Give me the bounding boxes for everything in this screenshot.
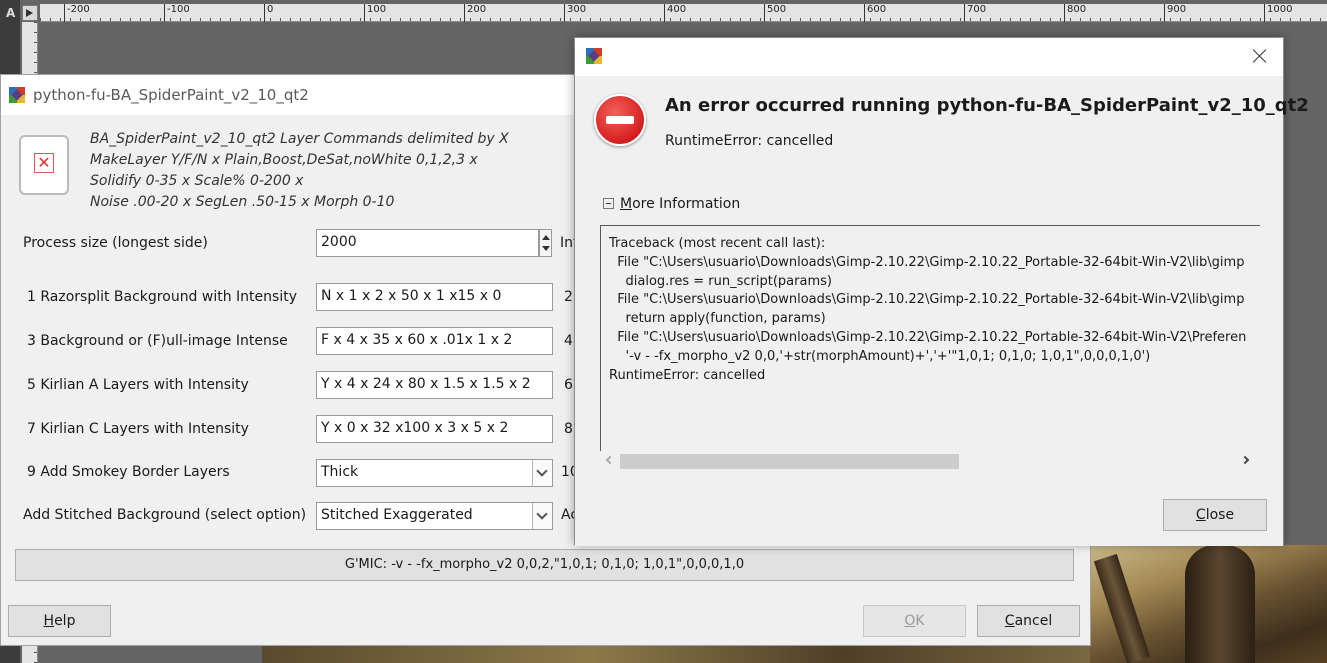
gmic-command-bar: G'MIC: -v - -fx_morpho_v2 0,0,2,"1,0,1; … <box>15 549 1074 581</box>
side-num: 4 <box>564 333 573 349</box>
ruler-tick: 100 <box>364 4 386 22</box>
chevron-down-icon <box>536 508 548 520</box>
chevron-down-icon <box>536 465 548 477</box>
error-titlebar[interactable] <box>575 38 1283 76</box>
plugin-description: BA_SpiderPaint_v2_10_qt2 Layer Commands … <box>90 129 509 213</box>
ruler-tick: 400 <box>664 4 686 22</box>
process-size-input[interactable]: 2000 <box>316 229 539 257</box>
stitched-background-select[interactable]: Stitched Exaggerated <box>316 502 553 530</box>
collapse-icon <box>603 198 614 209</box>
gimp-logo-icon <box>9 87 25 103</box>
ruler-tick: 500 <box>764 4 786 22</box>
traceback-panel[interactable]: Traceback (most recent call last): File … <box>600 225 1260 451</box>
error-stop-icon <box>594 94 646 146</box>
stitched-background-label: Add Stitched Background (select option) <box>23 507 307 523</box>
process-size-label: Process size (longest side) <box>23 235 208 251</box>
scroll-right-icon[interactable] <box>1240 455 1250 465</box>
ruler-tick: 800 <box>1064 4 1086 22</box>
ruler-tick: 300 <box>564 4 586 22</box>
horizontal-scrollbar[interactable] <box>600 451 1260 471</box>
error-message: RuntimeError: cancelled <box>665 133 834 149</box>
more-information-toggle[interactable]: More Information <box>603 196 740 212</box>
scroll-thumb[interactable] <box>620 454 959 469</box>
side-num: 8 <box>564 421 573 437</box>
side-num: 2 <box>564 289 573 305</box>
text-tool-icon[interactable]: A <box>6 6 15 20</box>
background-intense-input[interactable]: F x 4 x 35 x 60 x .01x 1 x 2 <box>316 327 553 355</box>
canvas-image-strip <box>262 646 1090 663</box>
description-line: MakeLayer Y/F/N x Plain,Boost,DeSat,noWh… <box>90 152 478 168</box>
kirlian-c-input[interactable]: Y x 0 x 32 x100 x 3 x 5 x 2 <box>316 415 553 443</box>
close-button[interactable]: Close <box>1163 499 1267 531</box>
dropdown-arrow[interactable] <box>532 460 552 486</box>
razorsplit-input[interactable]: N x 1 x 2 x 50 x 1 x15 x 0 <box>316 283 553 311</box>
process-size-spinner[interactable] <box>539 229 552 257</box>
ruler-tick: -200 <box>64 4 90 22</box>
smokey-border-label: 9 Add Smokey Border Layers <box>27 464 230 480</box>
close-icon[interactable] <box>1251 47 1269 65</box>
gimp-logo-icon <box>586 48 602 64</box>
help-button[interactable]: Help <box>8 605 111 637</box>
error-heading: An error occurred running python-fu-BA_S… <box>665 95 1309 116</box>
smokey-border-value: Thick <box>321 464 359 480</box>
spin-down-icon[interactable] <box>542 246 550 251</box>
description-line: Noise .00-20 x SegLen .50-15 x Morph 0-1… <box>90 194 395 210</box>
kirlian-a-label: 5 Kirlian A Layers with Intensity <box>27 377 249 393</box>
background-intense-label: 3 Background or (F)ull-image Intense <box>27 333 288 349</box>
error-content: An error occurred running python-fu-BA_S… <box>575 76 1309 546</box>
ruler-tick: 600 <box>864 4 886 22</box>
ruler-tick: 0 <box>264 4 273 22</box>
dropdown-arrow[interactable] <box>532 503 552 529</box>
cancel-button[interactable]: Cancel <box>977 605 1080 637</box>
error-dialog: An error occurred running python-fu-BA_S… <box>574 37 1309 546</box>
plugin-title: python-fu-BA_SpiderPaint_v2_10_qt2 <box>33 86 309 104</box>
ok-button[interactable]: OK <box>863 605 966 637</box>
canvas-image-photo <box>1090 545 1327 663</box>
scroll-left-icon[interactable] <box>605 455 615 465</box>
stitched-background-value: Stitched Exaggerated <box>321 507 473 523</box>
ruler-tick: 200 <box>464 4 486 22</box>
broken-document-icon: ✕ <box>19 135 69 195</box>
ruler-tick: 900 <box>1164 4 1186 22</box>
description-line: Solidify 0-35 x Scale% 0-200 x <box>90 173 304 189</box>
smokey-border-select[interactable]: Thick <box>316 459 553 487</box>
horizontal-ruler[interactable]: -200 -100 0 100 200 300 400 500 600 700 … <box>40 4 1327 22</box>
ruler-tick: 700 <box>964 4 986 22</box>
ruler-corner-button[interactable] <box>22 5 38 21</box>
traceback-text: Traceback (most recent call last): File … <box>609 236 1247 383</box>
triangle-right-icon <box>26 9 33 17</box>
description-line: BA_SpiderPaint_v2_10_qt2 Layer Commands … <box>90 131 509 147</box>
ruler-tick: -100 <box>164 4 190 22</box>
razorsplit-label: 1 Razorsplit Background with Intensity <box>27 289 297 305</box>
spin-up-icon[interactable] <box>542 235 550 240</box>
side-num: 6 <box>564 377 573 393</box>
kirlian-a-input[interactable]: Y x 4 x 24 x 80 x 1.5 x 1.5 x 2 <box>316 371 553 399</box>
kirlian-c-label: 7 Kirlian C Layers with Intensity <box>27 421 249 437</box>
ruler-tick: 1000 <box>1264 4 1292 22</box>
